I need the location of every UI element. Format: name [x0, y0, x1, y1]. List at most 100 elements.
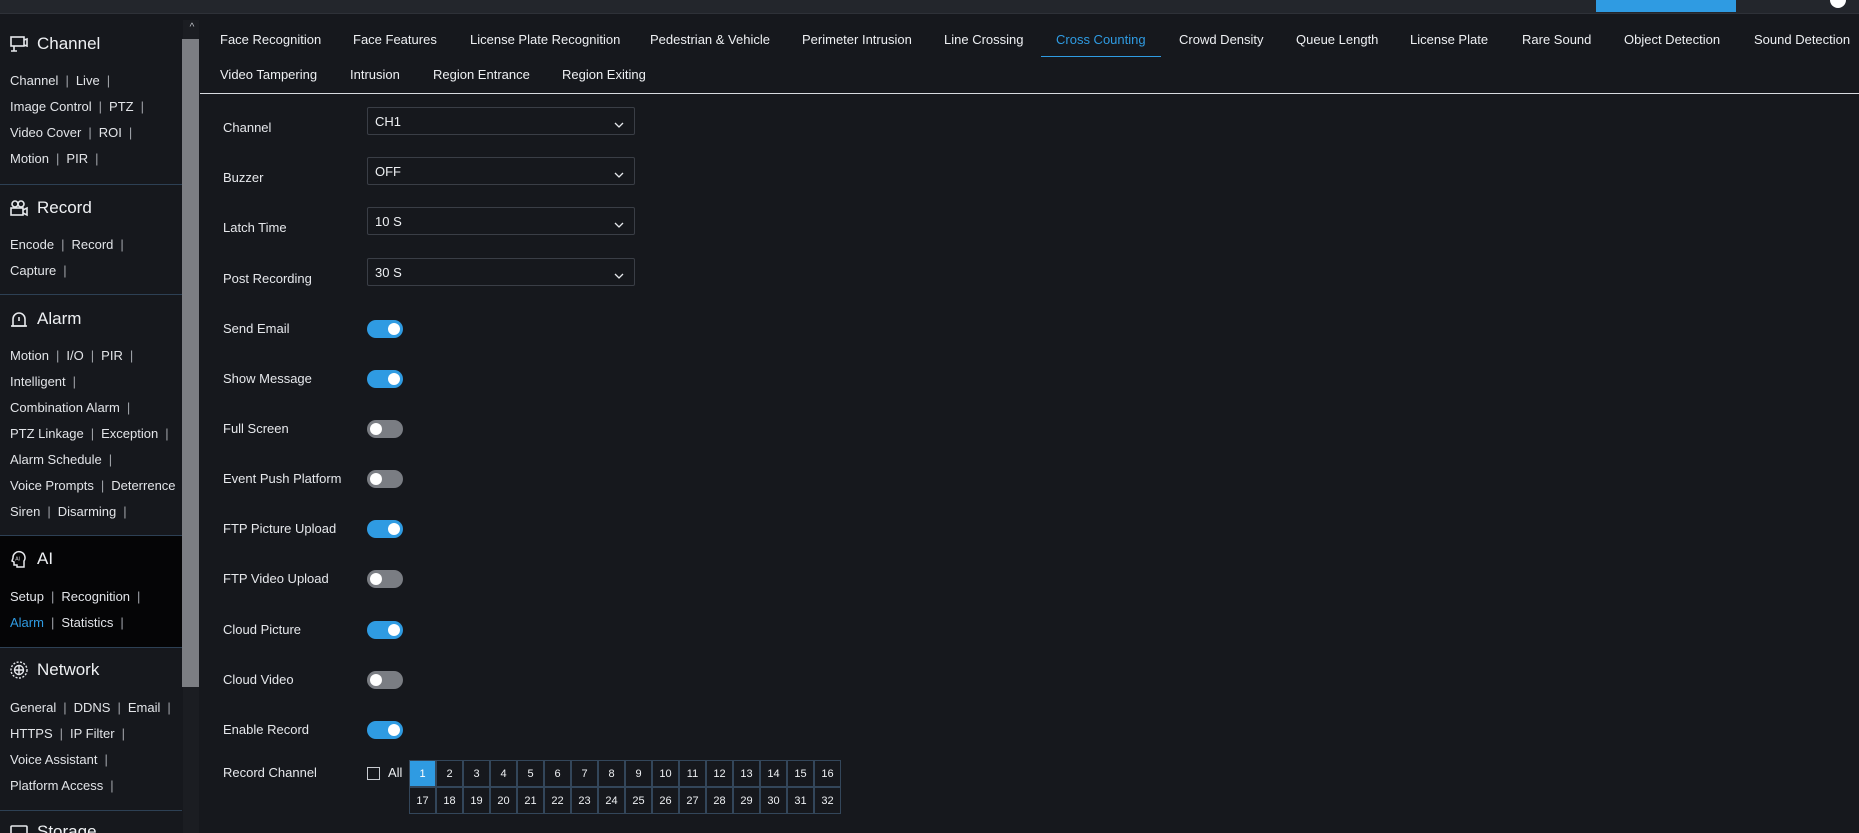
sidebar-item-network-general[interactable]: General — [10, 700, 56, 715]
sidebar-item-network-email[interactable]: Email — [128, 700, 161, 715]
sidebar-item-record-encode[interactable]: Encode — [10, 237, 54, 252]
channel-cell-19[interactable]: 19 — [463, 787, 490, 814]
channel-cell-26[interactable]: 26 — [652, 787, 679, 814]
channel-cell-13[interactable]: 13 — [733, 760, 760, 787]
channel-cell-22[interactable]: 22 — [544, 787, 571, 814]
event-push-platform-toggle[interactable] — [367, 470, 403, 488]
channel-cell-1[interactable]: 1 — [409, 760, 436, 787]
all-channels-checkbox[interactable] — [367, 767, 380, 780]
sidebar-item-alarm-exception[interactable]: Exception — [101, 426, 158, 441]
sidebar-item-alarm-siren[interactable]: Siren — [10, 504, 40, 519]
tab-sound-detection[interactable]: Sound Detection — [1754, 32, 1850, 54]
channel-cell-3[interactable]: 3 — [463, 760, 490, 787]
channel-cell-21[interactable]: 21 — [517, 787, 544, 814]
channel-cell-28[interactable]: 28 — [706, 787, 733, 814]
sidebar-item-alarm-pir[interactable]: PIR — [101, 348, 123, 363]
channel-cell-20[interactable]: 20 — [490, 787, 517, 814]
sidebar-item-alarm-ptz-linkage[interactable]: PTZ Linkage — [10, 426, 84, 441]
channel-cell-6[interactable]: 6 — [544, 760, 571, 787]
tab-intrusion[interactable]: Intrusion — [350, 67, 400, 89]
tab-cross-counting[interactable]: Cross Counting — [1056, 32, 1146, 54]
channel-cell-32[interactable]: 32 — [814, 787, 841, 814]
cloud-video-toggle[interactable] — [367, 671, 403, 689]
ftp-picture-upload-toggle[interactable] — [367, 520, 403, 538]
sidebar-item-channel-channel[interactable]: Channel — [10, 73, 58, 88]
sidebar-item-ai-setup[interactable]: Setup — [10, 589, 44, 604]
send-email-toggle[interactable] — [367, 320, 403, 338]
sidebar-item-channel-ptz[interactable]: PTZ — [109, 99, 134, 114]
channel-cell-23[interactable]: 23 — [571, 787, 598, 814]
tab-video-tampering[interactable]: Video Tampering — [220, 67, 317, 89]
tab-rare-sound[interactable]: Rare Sound — [1522, 32, 1591, 54]
sidebar-item-alarm-i-o[interactable]: I/O — [66, 348, 83, 363]
sidebar-item-ai-alarm[interactable]: Alarm — [10, 615, 44, 630]
user-icon[interactable] — [1830, 0, 1846, 8]
tab-region-entrance[interactable]: Region Entrance — [433, 67, 530, 89]
sidebar-item-network-ip-filter[interactable]: IP Filter — [70, 726, 115, 741]
channel-cell-9[interactable]: 9 — [625, 760, 652, 787]
sidebar-item-alarm-motion[interactable]: Motion — [10, 348, 49, 363]
sidebar-item-channel-motion[interactable]: Motion — [10, 151, 49, 166]
channel-cell-2[interactable]: 2 — [436, 760, 463, 787]
tab-object-detection[interactable]: Object Detection — [1624, 32, 1720, 54]
channel-cell-7[interactable]: 7 — [571, 760, 598, 787]
channel-cell-29[interactable]: 29 — [733, 787, 760, 814]
channel-cell-15[interactable]: 15 — [787, 760, 814, 787]
sidebar-item-alarm-voice-prompts[interactable]: Voice Prompts — [10, 478, 94, 493]
sidebar-item-alarm-combination-alarm[interactable]: Combination Alarm — [10, 400, 120, 415]
channel-cell-16[interactable]: 16 — [814, 760, 841, 787]
sidebar-header-record[interactable]: Record — [9, 196, 92, 220]
sidebar-item-channel-live[interactable]: Live — [76, 73, 100, 88]
sidebar-item-alarm-alarm-schedule[interactable]: Alarm Schedule — [10, 452, 102, 467]
channel-cell-8[interactable]: 8 — [598, 760, 625, 787]
cloud-picture-toggle[interactable] — [367, 621, 403, 639]
tab-region-exiting[interactable]: Region Exiting — [562, 67, 646, 89]
sidebar-header-alarm[interactable]: Alarm — [9, 307, 81, 331]
sidebar-item-network-https[interactable]: HTTPS — [10, 726, 53, 741]
sidebar-header-network[interactable]: Network — [9, 658, 99, 682]
tab-face-features[interactable]: Face Features — [353, 32, 437, 54]
channel-select[interactable]: CH1 — [367, 107, 635, 135]
enable-record-toggle[interactable] — [367, 721, 403, 739]
channel-cell-31[interactable]: 31 — [787, 787, 814, 814]
show-message-toggle[interactable] — [367, 370, 403, 388]
full-screen-toggle[interactable] — [367, 420, 403, 438]
sidebar-item-record-capture[interactable]: Capture — [10, 263, 56, 278]
tab-queue-length[interactable]: Queue Length — [1296, 32, 1378, 54]
channel-cell-18[interactable]: 18 — [436, 787, 463, 814]
sidebar-item-record-record[interactable]: Record — [71, 237, 113, 252]
scroll-up-arrow-icon[interactable]: ^ — [186, 22, 198, 34]
latch-time-select[interactable]: 10 S — [367, 207, 635, 235]
sidebar-header-channel[interactable]: Channel — [9, 32, 100, 56]
sidebar-item-ai-recognition[interactable]: Recognition — [61, 589, 130, 604]
channel-cell-10[interactable]: 10 — [652, 760, 679, 787]
channel-cell-17[interactable]: 17 — [409, 787, 436, 814]
sidebar-item-alarm-disarming[interactable]: Disarming — [58, 504, 117, 519]
channel-cell-25[interactable]: 25 — [625, 787, 652, 814]
buzzer-select[interactable]: OFF — [367, 157, 635, 185]
channel-cell-4[interactable]: 4 — [490, 760, 517, 787]
top-active-tab[interactable] — [1596, 0, 1736, 12]
sidebar-scrollbar-thumb[interactable] — [182, 39, 199, 687]
tab-crowd-density[interactable]: Crowd Density — [1179, 32, 1264, 54]
sidebar-item-network-voice-assistant[interactable]: Voice Assistant — [10, 752, 97, 767]
tab-perimeter-intrusion[interactable]: Perimeter Intrusion — [802, 32, 912, 54]
sidebar-item-channel-video-cover[interactable]: Video Cover — [10, 125, 81, 140]
ftp-video-upload-toggle[interactable] — [367, 570, 403, 588]
sidebar-header-storage[interactable]: Storage — [9, 820, 97, 833]
sidebar-header-ai[interactable]: AI AI — [9, 547, 53, 571]
channel-cell-12[interactable]: 12 — [706, 760, 733, 787]
post-recording-select[interactable]: 30 S — [367, 258, 635, 286]
sidebar-item-network-ddns[interactable]: DDNS — [74, 700, 111, 715]
tab-license-plate-recognition[interactable]: License Plate Recognition — [470, 32, 620, 54]
sidebar-item-channel-roi[interactable]: ROI — [99, 125, 122, 140]
tab-license-plate[interactable]: License Plate — [1410, 32, 1488, 54]
channel-cell-24[interactable]: 24 — [598, 787, 625, 814]
sidebar-item-channel-pir[interactable]: PIR — [66, 151, 88, 166]
sidebar-item-alarm-deterrence[interactable]: Deterrence — [111, 478, 175, 493]
channel-cell-14[interactable]: 14 — [760, 760, 787, 787]
sidebar-item-network-platform-access[interactable]: Platform Access — [10, 778, 103, 793]
tab-line-crossing[interactable]: Line Crossing — [944, 32, 1024, 54]
channel-cell-5[interactable]: 5 — [517, 760, 544, 787]
sidebar-item-ai-statistics[interactable]: Statistics — [61, 615, 113, 630]
